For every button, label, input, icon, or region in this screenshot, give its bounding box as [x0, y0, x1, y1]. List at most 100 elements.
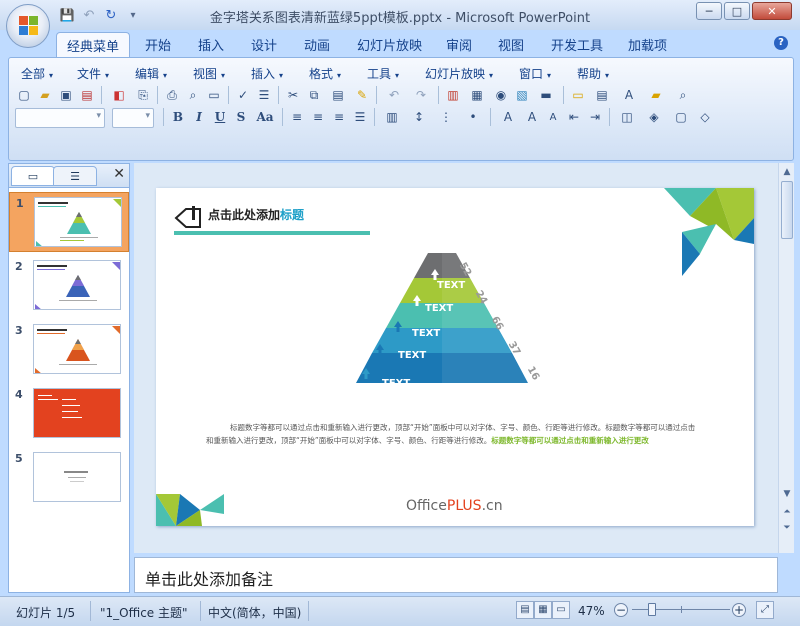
slide-thumbnail-5[interactable]: 5: [9, 448, 129, 508]
align-center-icon[interactable]: ≡: [309, 108, 327, 126]
shape-fill-icon[interactable]: ▢: [669, 108, 693, 126]
layout-grid-icon[interactable]: ▤: [590, 86, 614, 104]
new-icon[interactable]: ▢: [15, 86, 33, 104]
theme-name[interactable]: "1_Office 主题": [100, 604, 188, 621]
spelling-icon[interactable]: ✓: [234, 86, 252, 104]
zoom-slider-thumb[interactable]: [648, 603, 656, 616]
hyperlink-icon[interactable]: ◉: [492, 86, 510, 104]
italic-button[interactable]: I: [190, 108, 208, 126]
font-name-combo[interactable]: [15, 108, 105, 128]
more-icon[interactable]: ◇: [696, 108, 714, 126]
tab-review[interactable]: 审阅: [446, 35, 472, 54]
print-preview-icon[interactable]: ⌕: [184, 86, 202, 104]
menu-view[interactable]: 视图 ▾: [193, 65, 225, 82]
vertical-scrollbar[interactable]: ▲ ▼ ⏶ ⏷: [778, 163, 794, 553]
tab-design[interactable]: 设计: [251, 35, 277, 54]
slide-sorter-icon[interactable]: ▦: [534, 601, 552, 619]
fit-to-window-icon[interactable]: ⤢: [756, 601, 774, 619]
tab-animation[interactable]: 动画: [304, 35, 330, 54]
tab-developer[interactable]: 开发工具: [551, 35, 603, 54]
tab-outline[interactable]: ☰: [53, 166, 97, 186]
underline-button[interactable]: U: [211, 108, 229, 126]
shapes-icon[interactable]: ◈: [642, 108, 666, 126]
copy-icon[interactable]: ⧉: [305, 86, 323, 104]
close-button[interactable]: ✕: [752, 2, 792, 20]
pyramid-label-2[interactable]: TEXT: [425, 303, 453, 314]
grow-font-icon[interactable]: A: [523, 108, 541, 126]
chart-icon[interactable]: ▥: [444, 86, 462, 104]
print-icon[interactable]: ⎙: [163, 86, 181, 104]
tab-addins[interactable]: 加载项: [628, 35, 667, 54]
save-as-icon[interactable]: ▤: [78, 86, 96, 104]
slide-title[interactable]: 点击此处添加标题: [208, 206, 304, 223]
pyramid-label-4[interactable]: TEXT: [398, 350, 426, 361]
format-painter-icon[interactable]: ✎: [353, 86, 371, 104]
slide-body-text[interactable]: 标题数字等都可以通过点击和重新输入进行更改，顶部“开始”面板中可以对字体、字号、…: [206, 421, 702, 447]
menu-file[interactable]: 文件 ▾: [77, 65, 109, 82]
columns-icon[interactable]: ▥: [380, 108, 404, 126]
align-right-icon[interactable]: ≡: [330, 108, 348, 126]
menu-help[interactable]: 帮助 ▾: [577, 65, 609, 82]
decrease-indent-icon[interactable]: ⇤: [565, 108, 583, 126]
undo-icon[interactable]: ↶: [382, 86, 406, 104]
tab-home[interactable]: 开始: [145, 35, 171, 54]
tab-classic-menu[interactable]: 经典菜单: [56, 32, 131, 60]
pyramid-label-1[interactable]: TEXT: [437, 280, 465, 291]
increase-indent-icon[interactable]: ⇥: [586, 108, 604, 126]
menu-edit[interactable]: 编辑 ▾: [135, 65, 167, 82]
find-icon[interactable]: ⌕: [671, 86, 695, 104]
notes-pane[interactable]: 单击此处添加备注: [134, 557, 778, 593]
previous-slide-icon[interactable]: ⏶: [780, 505, 794, 519]
strikethrough-button[interactable]: S: [232, 108, 250, 126]
permission-icon[interactable]: ◧: [107, 86, 131, 104]
numbering-icon[interactable]: ⋮: [434, 108, 458, 126]
redo-icon[interactable]: ↷: [409, 86, 433, 104]
slide-thumbnail-1[interactable]: 1: [9, 192, 129, 252]
save-icon[interactable]: ▣: [57, 86, 75, 104]
menu-format[interactable]: 格式 ▾: [309, 65, 341, 82]
align-left-icon[interactable]: ≡: [288, 108, 306, 126]
paste-icon[interactable]: ▤: [326, 86, 350, 104]
font-size-combo[interactable]: [112, 108, 154, 128]
slide-thumbnail-2[interactable]: 2: [9, 256, 129, 316]
textbox-icon[interactable]: A: [617, 86, 641, 104]
tab-insert[interactable]: 插入: [198, 35, 224, 54]
language-status[interactable]: 中文(简体，中国): [208, 604, 301, 621]
menu-tools[interactable]: 工具 ▾: [367, 65, 399, 82]
maximize-button[interactable]: □: [724, 2, 750, 20]
arrange-icon[interactable]: ◫: [615, 108, 639, 126]
layout-icon[interactable]: ▭: [205, 86, 223, 104]
tab-slides[interactable]: ▭: [11, 166, 55, 186]
change-case-button[interactable]: Aa: [253, 108, 277, 126]
scroll-down-icon[interactable]: ▼: [780, 487, 794, 501]
minimize-button[interactable]: ─: [696, 2, 722, 20]
next-slide-icon[interactable]: ⏷: [780, 521, 794, 535]
cut-icon[interactable]: ✂: [284, 86, 302, 104]
picture-icon[interactable]: ▧: [513, 86, 531, 104]
pyramid-label-5[interactable]: TEXT: [382, 378, 410, 389]
normal-view-icon[interactable]: ▤: [516, 601, 534, 619]
line-spacing-icon[interactable]: ↕: [407, 108, 431, 126]
panel-close-icon[interactable]: ✕: [113, 166, 125, 182]
bullets-icon[interactable]: •: [461, 108, 485, 126]
justify-icon[interactable]: ☰: [351, 108, 369, 126]
help-icon[interactable]: ?: [774, 36, 788, 50]
pyramid-label-3[interactable]: TEXT: [412, 328, 440, 339]
scroll-up-icon[interactable]: ▲: [780, 165, 794, 179]
slide-canvas[interactable]: 点击此处添加标题 TEXT TEXT TEXT TEXT TEXT 52 24 …: [156, 188, 754, 526]
tab-slideshow[interactable]: 幻灯片放映: [357, 35, 422, 54]
color-icon[interactable]: ▬: [534, 86, 558, 104]
new-slide-icon[interactable]: ▭: [569, 86, 587, 104]
folder-icon[interactable]: ▰: [644, 86, 668, 104]
zoom-level[interactable]: 47%: [578, 604, 605, 618]
bold-button[interactable]: B: [169, 108, 187, 126]
scroll-thumb[interactable]: [781, 181, 793, 239]
menu-insert[interactable]: 插入 ▾: [251, 65, 283, 82]
tab-view[interactable]: 视图: [498, 35, 524, 54]
attach-icon[interactable]: ⎘: [134, 86, 152, 104]
zoom-in-icon[interactable]: +: [732, 603, 746, 617]
font-color-icon[interactable]: A: [496, 108, 520, 126]
slide-thumbnail-4[interactable]: 4: [9, 384, 129, 444]
menu-all[interactable]: 全部 ▾: [21, 65, 53, 82]
table-icon[interactable]: ▦: [465, 86, 489, 104]
